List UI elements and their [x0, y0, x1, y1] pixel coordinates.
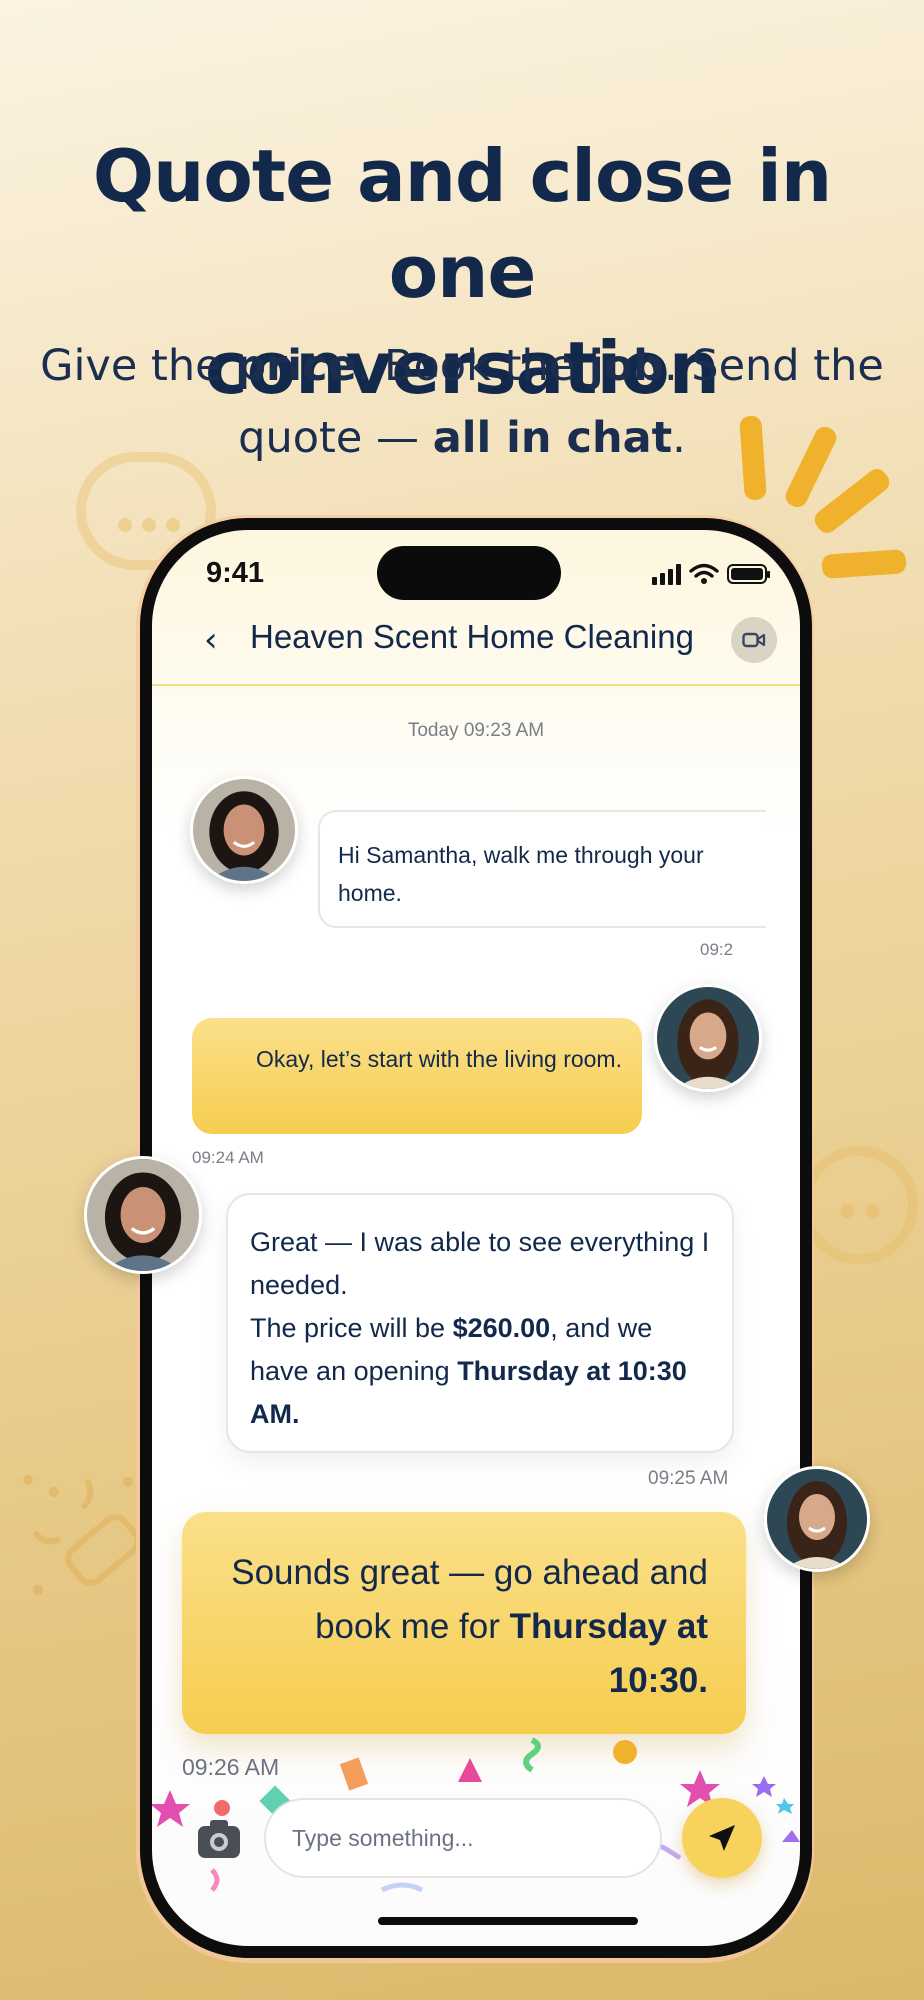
doodle-dot	[866, 1204, 880, 1218]
send-icon	[709, 1825, 735, 1851]
send-button[interactable]	[682, 1798, 762, 1878]
status-time: 9:41	[206, 557, 265, 589]
message-input-placeholder: Type something...	[292, 1824, 474, 1851]
sub-text: Give the	[40, 341, 236, 391]
sparkle-ray-icon	[810, 465, 894, 537]
message-text-quote: The price will be $260.00, and we have a…	[250, 1313, 687, 1429]
sub-job-emphasis: job	[588, 341, 664, 391]
day-stamp: Today 09:23 AM	[407, 720, 545, 741]
sub-text: quote —	[238, 413, 433, 463]
message-text: Hi Samantha, walk me through your home.	[338, 842, 704, 906]
message-bubble-incoming: Hi Samantha, walk me through your home.	[318, 810, 766, 928]
video-call-button[interactable]	[731, 617, 777, 663]
doodle-dot	[840, 1204, 854, 1218]
customer-avatar[interactable]	[654, 984, 762, 1092]
sub-all-in-chat-emphasis: all in chat	[432, 413, 673, 463]
message-time: 09:25 AM	[648, 1468, 729, 1489]
battery-icon	[727, 564, 770, 584]
message-bubble-outgoing: Okay, let’s start with the living room.	[192, 1018, 642, 1134]
business-avatar-image	[193, 779, 295, 881]
chat-bubble-doodle-icon	[800, 1146, 918, 1264]
business-avatar[interactable]	[190, 776, 298, 884]
business-avatar-image	[87, 1159, 199, 1271]
message-input[interactable]: Type something...	[264, 1798, 662, 1878]
business-avatar[interactable]	[84, 1156, 202, 1274]
status-icons	[652, 560, 770, 588]
home-indicator	[378, 1917, 638, 1925]
headline-line-1: Quote and close in one	[92, 134, 832, 314]
signal-icon	[652, 563, 681, 585]
sub-text: .	[672, 413, 686, 463]
booking-slot: Thursday at 10:30.	[509, 1607, 708, 1700]
dynamic-island	[377, 546, 561, 600]
message-time: 09:24 AM	[192, 1148, 264, 1167]
sub-text: . Book the	[356, 341, 589, 391]
message-text: Okay, let’s start with the living room.	[255, 1046, 622, 1072]
message-bubble-outgoing-booking: Sounds great — go ahead and book me for …	[182, 1512, 746, 1734]
quote-price: $260.00	[452, 1313, 551, 1343]
doodle-dot	[166, 518, 180, 532]
message-bubble-incoming-quote: Great — I was able to see everything I n…	[226, 1193, 734, 1453]
customer-avatar-image	[657, 987, 759, 1089]
customer-avatar-image	[767, 1469, 867, 1569]
party-popper-doodle-icon	[23, 1475, 141, 1595]
doodle-dot	[118, 518, 132, 532]
customer-avatar[interactable]	[764, 1466, 870, 1572]
header-divider	[152, 684, 800, 686]
back-icon[interactable]: ‹	[204, 620, 218, 660]
message-time: 09:2	[700, 940, 734, 959]
camera-icon[interactable]	[196, 1816, 242, 1862]
sparkle-ray-icon	[821, 549, 907, 579]
video-call-icon	[742, 632, 766, 648]
sub-price-emphasis: price	[235, 341, 357, 391]
chat-title: Heaven Scent Home Cleaning	[250, 618, 694, 655]
wifi-icon	[689, 563, 719, 584]
doodle-dot	[142, 518, 156, 532]
sub-text: . Send the	[663, 341, 884, 391]
message-text: Great — I was able to see everything I n…	[250, 1227, 710, 1300]
